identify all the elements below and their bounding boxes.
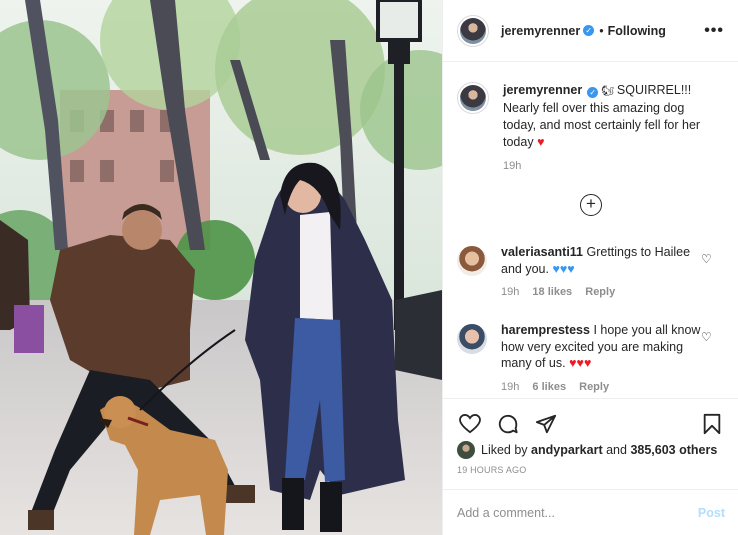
- more-options-icon[interactable]: •••: [704, 22, 724, 40]
- post-header: jeremyrenner ✓ • Following •••: [443, 0, 738, 62]
- post-photo[interactable]: [0, 0, 442, 535]
- commenter-username[interactable]: valeriasanti11: [501, 245, 583, 259]
- caption-avatar[interactable]: [457, 82, 489, 114]
- liker-username[interactable]: andyparkart: [531, 443, 603, 457]
- comment-likes[interactable]: 6 likes: [532, 381, 566, 393]
- comment-time[interactable]: 19h: [501, 286, 519, 298]
- squirrel-emoji-icon: 🐿: [601, 86, 614, 97]
- comment-item: haremprestess I hope you all know how ve…: [457, 322, 727, 393]
- verified-badge-icon: ✓: [587, 87, 599, 98]
- like-comment-heart-icon[interactable]: ♡: [701, 330, 713, 344]
- post-timestamp[interactable]: 19 HOURS AGO: [443, 465, 738, 475]
- liker-avatar[interactable]: [457, 441, 475, 459]
- verified-badge-icon: ✓: [583, 25, 595, 36]
- red-hearts-emoji-icon: ♥♥♥: [569, 356, 592, 370]
- post-actions: Liked by andyparkart and 385,603 others …: [443, 398, 738, 535]
- comment-input[interactable]: Add a comment...: [457, 506, 555, 520]
- caption: jeremyrenner ✓ 🐿 SQUIRREL!!! Nearly fell ov…: [457, 82, 727, 172]
- reply-button[interactable]: Reply: [579, 381, 609, 393]
- add-comment-bar: Add a comment... Post: [443, 489, 738, 535]
- reply-button[interactable]: Reply: [585, 286, 615, 298]
- comment-time[interactable]: 19h: [501, 381, 519, 393]
- comment-likes[interactable]: 18 likes: [532, 286, 572, 298]
- liked-by-row: Liked by andyparkart and 385,603 others: [443, 440, 738, 460]
- commenter-avatar[interactable]: [457, 324, 487, 354]
- liked-by-prefix: Liked by: [481, 443, 528, 457]
- like-comment-heart-icon[interactable]: ♡: [701, 252, 713, 266]
- load-more-comments-button[interactable]: +: [580, 194, 602, 216]
- post-details-panel: jeremyrenner ✓ • Following ••• jeremyren…: [442, 0, 738, 535]
- caption-time[interactable]: 19h: [503, 160, 708, 172]
- comment-item: valeriasanti11 Grettings to Hailee and y…: [457, 244, 727, 298]
- post-comment-button[interactable]: Post: [698, 506, 725, 520]
- commenter-username[interactable]: haremprestess: [501, 323, 590, 337]
- following-button[interactable]: Following: [608, 24, 666, 38]
- commenter-avatar[interactable]: [457, 246, 487, 276]
- post-image: [0, 0, 442, 535]
- comment-bubble-icon[interactable]: [495, 411, 521, 437]
- like-heart-icon[interactable]: [457, 411, 483, 437]
- liked-by-joiner: and: [606, 443, 627, 457]
- avatar[interactable]: [457, 14, 489, 47]
- author-username[interactable]: jeremyrenner: [501, 24, 580, 38]
- likes-count[interactable]: 385,603 others: [630, 443, 717, 457]
- caption-username[interactable]: jeremyrenner: [503, 83, 582, 97]
- share-paper-plane-icon[interactable]: [533, 411, 559, 437]
- red-heart-emoji-icon: ♥: [537, 135, 545, 149]
- save-bookmark-icon[interactable]: [699, 411, 725, 437]
- blue-hearts-emoji-icon: ♥♥♥: [552, 261, 575, 276]
- separator-dot: •: [599, 23, 604, 38]
